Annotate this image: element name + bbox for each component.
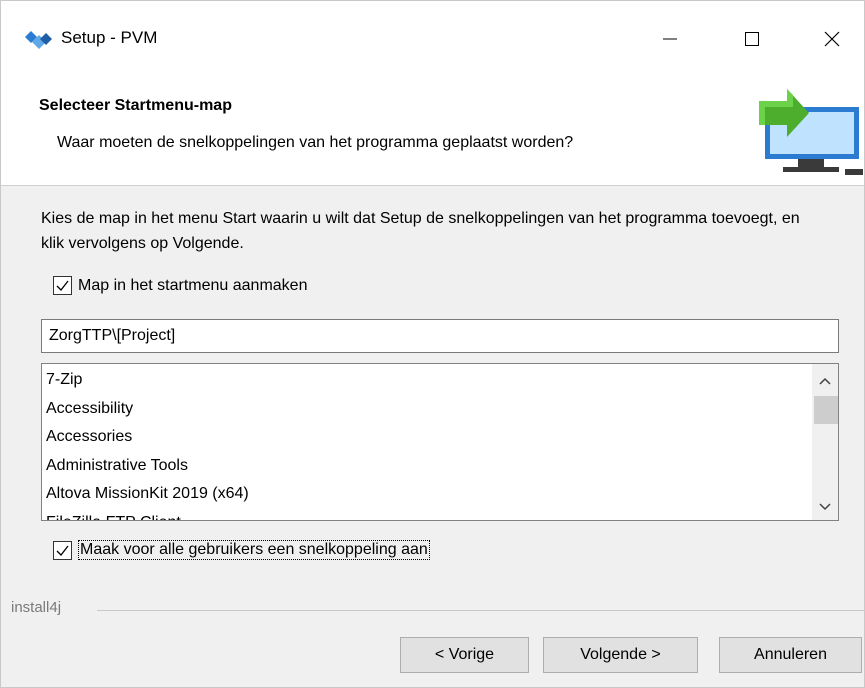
list-item[interactable]: Accessibility	[46, 395, 806, 424]
list-item[interactable]: Accessories	[46, 423, 806, 452]
folder-list[interactable]: 7-Zip Accessibility Accessories Administ…	[41, 363, 839, 521]
chevron-down-icon	[819, 503, 831, 511]
scroll-thumb[interactable]	[814, 396, 838, 424]
app-icon	[25, 31, 52, 49]
minimize-button[interactable]	[647, 17, 693, 61]
create-folder-label: Map in het startmenu aanmaken	[78, 276, 308, 294]
page-title: Selecteer Startmenu-map	[39, 97, 232, 114]
page-subtitle: Waar moeten de snelkoppelingen van het p…	[57, 134, 574, 151]
installer-brand: install4j	[11, 599, 62, 616]
minimize-icon	[663, 38, 677, 40]
scroll-up-button[interactable]	[812, 368, 838, 394]
chevron-up-icon	[819, 377, 831, 385]
list-item[interactable]: FileZilla FTP Client	[46, 509, 806, 521]
next-button[interactable]: Volgende >	[543, 637, 698, 673]
cancel-button[interactable]: Annuleren	[719, 637, 862, 673]
all-users-checkbox-row[interactable]: Maak voor alle gebruikers een snelkoppel…	[53, 540, 430, 560]
checkmark-icon	[56, 545, 69, 556]
window-title: Setup - PVM	[61, 28, 158, 47]
maximize-button[interactable]	[729, 17, 775, 61]
list-item[interactable]: Administrative Tools	[46, 452, 806, 481]
instruction-text: Kies de map in het menu Start waarin u w…	[41, 210, 800, 252]
footer-divider	[97, 610, 865, 611]
back-button[interactable]: < Vorige	[400, 637, 529, 673]
list-scrollbar[interactable]	[812, 364, 838, 520]
folder-list-items: 7-Zip Accessibility Accessories Administ…	[46, 366, 806, 521]
setup-window: Setup - PVM Selecteer Startmenu-map Waar…	[0, 0, 865, 688]
list-item[interactable]: Altova MissionKit 2019 (x64)	[46, 480, 806, 509]
close-button[interactable]	[809, 17, 855, 61]
list-item[interactable]: 7-Zip	[46, 366, 806, 395]
folder-path-input[interactable]	[41, 319, 839, 353]
computer-arrow-icon	[759, 89, 863, 175]
title-bar[interactable]: Setup - PVM	[1, 1, 864, 79]
create-folder-checkbox-row[interactable]: Map in het startmenu aanmaken	[53, 276, 307, 295]
maximize-icon	[745, 32, 759, 46]
close-icon	[824, 31, 840, 47]
wizard-header: Selecteer Startmenu-map Waar moeten de s…	[1, 79, 864, 186]
all-users-label: Maak voor alle gebruikers een snelkoppel…	[78, 540, 430, 560]
create-folder-checkbox[interactable]	[53, 276, 72, 295]
all-users-checkbox[interactable]	[53, 540, 72, 560]
checkmark-icon	[56, 280, 69, 291]
scroll-down-button[interactable]	[812, 494, 838, 520]
